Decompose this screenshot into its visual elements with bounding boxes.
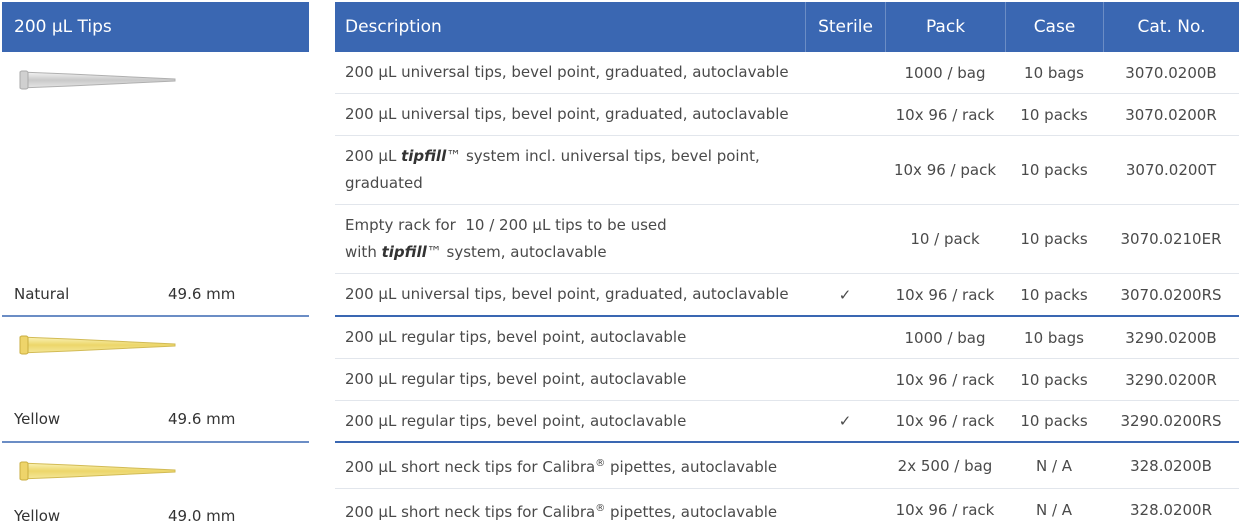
tip-length-label: 49.6 mm [168,285,236,303]
sterile-cell [805,94,885,135]
sterile-cell [805,359,885,400]
pack-cell: 10x 96 / rack [895,501,995,519]
description-cell: 200 µL short neck tips for Calibra® pipe… [335,443,805,488]
description-line: Empty rack for 10 / 200 µL tips to be us… [345,216,667,234]
tipfill-brand: tipfill [381,243,427,261]
tip-variant-yellow-1: Yellow 49.6 mm [2,317,309,441]
description-part: 200 µL [345,147,402,165]
product-table: Description Sterile Pack Case Cat. No. 2… [335,2,1239,521]
tip-color-label: Natural [14,285,70,303]
tip-variant-yellow-2: Yellow 49.0 mm [2,443,309,530]
cat-no-cell: 3070.0210ER [1120,230,1222,248]
description-part: ™ system, autoclavable [426,243,607,261]
case-cell: N / A [1035,501,1073,519]
cat-no-cell: 3290.0200B [1125,328,1217,347]
pack-cell: 10x 96 / rack [895,370,995,389]
registered-mark: ® [595,458,606,469]
column-header-pack: Pack [885,2,1005,52]
case-cell: 10 packs [1020,105,1088,124]
sterile-cell [805,52,885,93]
cat-no-cell: 3290.0200R [1125,370,1217,389]
sterile-check-icon: ✓ [838,285,852,304]
table-row: 200 µL universal tips, bevel point, grad… [335,274,1239,317]
description-text: 200 µL short neck tips for Calibra® pipe… [345,495,777,526]
case-cell: N / A [1035,456,1073,475]
case-cell: 10 bags [1024,63,1084,82]
cat-no-cell: 328.0200R [1130,501,1212,519]
description-cell: 200 µL universal tips, bevel point, grad… [345,63,789,81]
description-part: 200 µL short neck tips for Calibra [345,458,596,476]
sterile-cell [805,205,885,273]
pipette-tip-natural-image [19,70,176,90]
description-part: pipettes, autoclavable [605,502,778,521]
description-part: with [345,243,382,261]
table-row: 200 µL universal tips, bevel point, grad… [335,94,1239,136]
column-header-description: Description [345,17,442,37]
description-part: pipettes, autoclavable [605,458,778,476]
description-part: 200 µL short neck tips for Calibra [345,502,596,521]
table-row: 200 µL regular tips, bevel point, autocl… [335,317,1239,359]
description-cell: 200 µL short neck tips for Calibra® pipe… [335,489,805,531]
tip-color-label: Yellow [14,410,61,428]
sterile-cell [805,136,885,204]
description-cell: 200 µL regular tips, bevel point, autocl… [345,370,687,388]
description-text: 200 µL short neck tips for Calibra® pipe… [345,450,777,481]
table-row: 200 µL regular tips, bevel point, autocl… [335,359,1239,401]
column-header-case: Case [1005,2,1103,52]
cat-no-cell: 328.0200B [1130,456,1212,475]
sterile-check-icon: ✓ [838,412,852,430]
case-cell: 10 packs [1020,161,1088,179]
sterile-cell [805,489,885,531]
tip-length-label: 49.6 mm [168,410,236,428]
tip-length-label: 49.0 mm [168,507,236,525]
description-text: Empty rack for 10 / 200 µL tips to be us… [345,212,667,266]
pack-cell: 2x 500 / bag [897,456,993,475]
tipfill-brand: tipfill [401,147,447,165]
tip-variants-panel: 200 µL Tips Natural 49.6 mm Yellow 49.6 … [0,0,311,530]
table-row: 200 µL short neck tips for Calibra® pipe… [335,489,1239,531]
description-cell: 200 µL universal tips, bevel point, grad… [345,285,789,303]
cat-no-cell: 3070.0200R [1125,105,1217,124]
pack-cell: 10x 96 / rack [895,105,995,124]
case-cell: 10 bags [1024,328,1084,347]
table-row: 200 µL tipfill™ system incl. universal t… [335,136,1239,205]
table-row: 200 µL regular tips, bevel point, autocl… [335,401,1239,443]
sterile-cell [805,443,885,488]
column-header-sterile: Sterile [805,2,885,52]
column-header-cat-no: Cat. No. [1103,2,1239,52]
table-row: Empty rack for 10 / 200 µL tips to be us… [335,205,1239,274]
pipette-tip-yellow-short-neck-image [19,461,176,481]
registered-mark: ® [595,502,606,514]
sterile-cell [805,317,885,358]
cat-no-cell: 3070.0200RS [1120,285,1222,304]
table-row: 200 µL short neck tips for Calibra® pipe… [335,443,1239,489]
pack-cell: 1000 / bag [904,63,986,82]
case-cell: 10 packs [1020,412,1088,430]
cat-no-cell: 3290.0200RS [1120,412,1222,430]
description-cell: Empty rack for 10 / 200 µL tips to be us… [335,205,805,273]
description-cell: 200 µL regular tips, bevel point, autocl… [345,411,687,430]
tip-color-label: Yellow [14,507,61,525]
cat-no-cell: 3070.0200B [1125,63,1217,82]
description-text: 200 µL tipfill™ system incl. universal t… [345,143,765,197]
case-cell: 10 packs [1020,230,1088,248]
pack-cell: 1000 / bag [904,328,986,347]
pack-cell: 10x 96 / rack [895,285,995,304]
pipette-tip-yellow-image [19,335,176,355]
description-cell: 200 µL universal tips, bevel point, grad… [345,105,789,123]
pack-cell: 10x 96 / pack [893,161,997,179]
panel-title: 200 µL Tips [2,2,309,52]
pack-cell: 10 / pack [910,230,980,248]
tip-variant-natural: Natural 49.6 mm [2,52,309,316]
description-cell: 200 µL regular tips, bevel point, autocl… [345,328,687,346]
description-cell: 200 µL tipfill™ system incl. universal t… [335,136,805,204]
case-cell: 10 packs [1020,285,1088,304]
table-header: Description Sterile Pack Case Cat. No. [335,2,1239,52]
case-cell: 10 packs [1020,370,1088,389]
cat-no-cell: 3070.0200T [1125,161,1217,179]
pack-cell: 10x 96 / rack [895,412,995,430]
table-row: 200 µL universal tips, bevel point, grad… [335,52,1239,94]
